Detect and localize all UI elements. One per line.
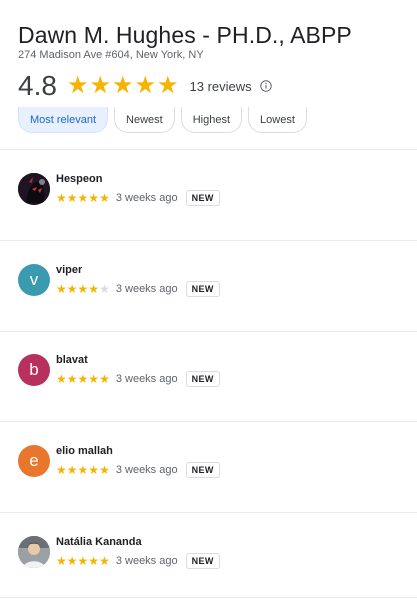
filter-most-relevant[interactable]: Most relevant bbox=[18, 107, 109, 133]
star-icon: ★ bbox=[88, 191, 100, 205]
star-icon: ★ bbox=[66, 191, 78, 205]
star-icon: ★ bbox=[134, 72, 156, 99]
avatar[interactable]: e bbox=[18, 445, 50, 477]
average-rating: 4.8 bbox=[18, 70, 57, 101]
avatar[interactable] bbox=[18, 173, 50, 205]
place-address: 274 Madison Ave #604, New York, NY bbox=[18, 49, 204, 61]
filter-lowest[interactable]: Lowest bbox=[248, 107, 307, 133]
avatar[interactable]: v bbox=[18, 264, 50, 296]
new-badge: NEW bbox=[185, 281, 220, 297]
reviews-count: 13 reviews bbox=[189, 78, 252, 94]
avatar-letter: e bbox=[29, 451, 39, 470]
star-icon: ★ bbox=[157, 72, 179, 99]
review-author[interactable]: viper bbox=[56, 264, 82, 276]
review-stars: ★ ★ ★ ★ ★ bbox=[56, 373, 110, 385]
star-icon: ★ bbox=[77, 282, 89, 296]
review-item: e elio mallah ★ ★ ★ ★ ★ 3 weeks ago NEW bbox=[18, 445, 408, 505]
star-icon: ★ bbox=[66, 554, 78, 568]
avatar-letter: v bbox=[29, 270, 39, 289]
review-time: 3 weeks ago bbox=[115, 464, 178, 476]
sort-filter-chips: Most relevant Newest Highest Lowest bbox=[18, 107, 313, 133]
filter-newest[interactable]: Newest bbox=[114, 107, 175, 133]
review-meta: ★ ★ ★ ★ ★ 3 weeks ago NEW bbox=[56, 371, 220, 387]
star-icon: ★ bbox=[88, 372, 100, 386]
place-header: Dawn M. Hughes - PH.D., ABPP 274 Madison… bbox=[18, 22, 352, 61]
avatar[interactable] bbox=[18, 536, 50, 568]
review-item: b blavat ★ ★ ★ ★ ★ 3 weeks ago NEW bbox=[18, 354, 408, 414]
star-icon: ★ bbox=[77, 372, 89, 386]
divider bbox=[0, 421, 417, 422]
star-icon: ★ bbox=[111, 72, 134, 99]
info-icon[interactable] bbox=[259, 80, 272, 92]
star-icon: ★ bbox=[77, 554, 89, 568]
star-icon: ★ bbox=[77, 191, 89, 205]
review-author[interactable]: elio mallah bbox=[56, 445, 113, 457]
star-icon: ★ bbox=[56, 554, 67, 568]
star-icon: ★ bbox=[99, 191, 110, 205]
review-stars: ★ ★ ★ ★ ★ bbox=[56, 192, 110, 204]
dark-character-avatar-icon bbox=[18, 173, 50, 205]
review-meta: ★ ★ ★ ★ ★ 3 weeks ago NEW bbox=[56, 462, 220, 478]
star-icon: ★ bbox=[88, 463, 100, 477]
star-icon: ★ bbox=[66, 282, 78, 296]
star-icon: ★ bbox=[99, 463, 110, 477]
review-author[interactable]: Hespeon bbox=[56, 173, 102, 185]
star-icon: ★ bbox=[56, 372, 67, 386]
review-stars: ★ ★ ★ ★ ★ bbox=[56, 464, 110, 476]
star-icon: ★ bbox=[56, 191, 67, 205]
page-title: Dawn M. Hughes - PH.D., ABPP bbox=[18, 22, 352, 48]
review-meta: ★ ★ ★ ★ ★ 3 weeks ago NEW bbox=[56, 281, 220, 297]
star-icon: ★ bbox=[66, 463, 78, 477]
divider bbox=[0, 240, 417, 241]
star-icon: ★ bbox=[66, 72, 89, 99]
review-meta: ★ ★ ★ ★ ★ 3 weeks ago NEW bbox=[56, 190, 220, 206]
star-icon: ★ bbox=[89, 72, 111, 99]
star-icon: ★ bbox=[88, 282, 100, 296]
star-icon: ★ bbox=[99, 554, 110, 568]
review-time: 3 weeks ago bbox=[115, 192, 178, 204]
avatar[interactable]: b bbox=[18, 354, 50, 386]
empty-star-icon: ★ bbox=[99, 282, 110, 296]
avatar-letter: b bbox=[29, 360, 39, 379]
review-stars: ★ ★ ★ ★ ★ bbox=[56, 283, 110, 295]
divider bbox=[0, 597, 417, 598]
review-item: Hespeon ★ ★ ★ ★ ★ 3 weeks ago NEW bbox=[18, 173, 408, 233]
review-author[interactable]: Natália Kananda bbox=[56, 536, 142, 548]
review-item: v viper ★ ★ ★ ★ ★ 3 weeks ago NEW bbox=[18, 264, 408, 324]
new-badge: NEW bbox=[185, 371, 220, 387]
average-stars: ★ ★ ★ ★ ★ bbox=[67, 74, 180, 98]
review-time: 3 weeks ago bbox=[115, 283, 178, 295]
review-meta: ★ ★ ★ ★ ★ 3 weeks ago NEW bbox=[56, 553, 220, 569]
star-icon: ★ bbox=[88, 554, 100, 568]
review-author[interactable]: blavat bbox=[56, 354, 88, 366]
divider bbox=[0, 149, 417, 150]
star-icon: ★ bbox=[56, 282, 67, 296]
star-icon: ★ bbox=[99, 372, 110, 386]
new-badge: NEW bbox=[185, 553, 220, 569]
filter-highest[interactable]: Highest bbox=[180, 107, 243, 133]
star-icon: ★ bbox=[66, 372, 78, 386]
rating-summary: 4.8 ★ ★ ★ ★ ★ 13 reviews bbox=[18, 70, 272, 102]
star-icon: ★ bbox=[77, 463, 89, 477]
new-badge: NEW bbox=[185, 462, 220, 478]
review-time: 3 weeks ago bbox=[115, 373, 178, 385]
star-icon: ★ bbox=[56, 463, 67, 477]
review-item: Natália Kananda ★ ★ ★ ★ ★ 3 weeks ago NEW bbox=[18, 536, 408, 596]
new-badge: NEW bbox=[185, 190, 220, 206]
divider bbox=[0, 512, 417, 513]
review-stars: ★ ★ ★ ★ ★ bbox=[56, 555, 110, 567]
divider bbox=[0, 331, 417, 332]
review-time: 3 weeks ago bbox=[115, 555, 178, 567]
person-photo-avatar-icon bbox=[18, 536, 50, 568]
